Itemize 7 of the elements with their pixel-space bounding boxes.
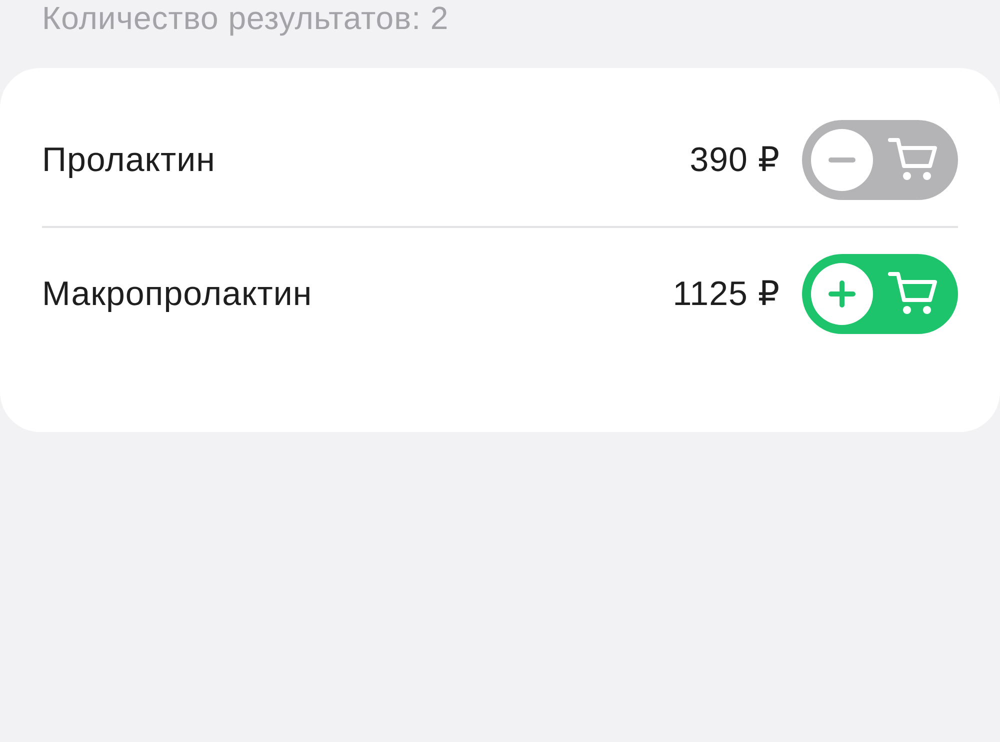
plus-icon [811, 263, 873, 325]
price: 390 ₽ [690, 140, 780, 180]
test-name: Пролактин [42, 140, 216, 180]
results-count: Количество результатов: 2 [42, 0, 449, 36]
minus-icon [811, 129, 873, 191]
test-name: Макропролактин [42, 274, 314, 314]
price: 1125 ₽ [672, 274, 780, 314]
